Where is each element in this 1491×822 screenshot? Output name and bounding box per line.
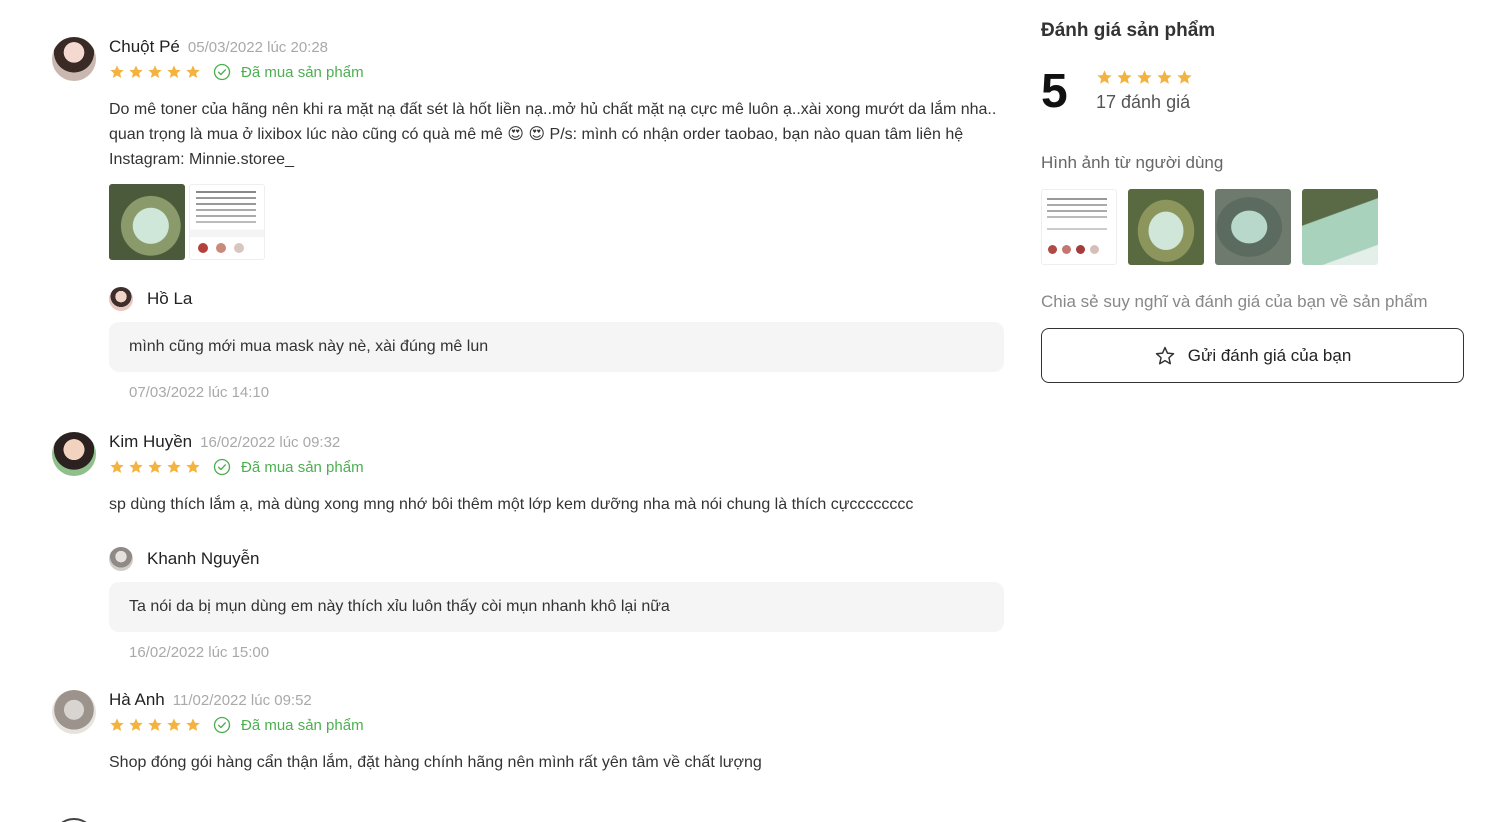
verified-purchase-badge: Đã mua sản phẩm bbox=[213, 63, 364, 81]
star-icon bbox=[1177, 70, 1192, 84]
star-icon bbox=[1097, 70, 1112, 84]
review-header: Hà Anh 11/02/2022 lúc 09:52 bbox=[109, 690, 312, 710]
summary-title: Đánh giá sản phẩm bbox=[1041, 20, 1216, 41]
review-header: Chuột Pé 05/03/2022 lúc 20:28 bbox=[109, 37, 328, 57]
verified-label: Đã mua sản phẩm bbox=[241, 716, 364, 734]
summary-stars bbox=[1096, 69, 1193, 86]
reply-author[interactable]: Khanh Nguyễn bbox=[147, 549, 259, 569]
gallery-image[interactable] bbox=[1215, 189, 1291, 265]
star-outline-icon bbox=[1155, 346, 1174, 364]
star-icon bbox=[186, 65, 200, 78]
review-images bbox=[109, 184, 265, 260]
star-icon bbox=[1137, 70, 1152, 84]
gallery-image[interactable] bbox=[1128, 189, 1204, 265]
reply-header: Hồ La bbox=[109, 287, 192, 311]
rating-row: Đã mua sản phẩm bbox=[109, 63, 364, 81]
review-header: Kim Huyền 16/02/2022 lúc 09:32 bbox=[109, 432, 340, 452]
reviewer-name[interactable]: Hà Anh bbox=[109, 690, 165, 709]
reply: Hồ La mình cũng mới mua mask này nè, xài… bbox=[109, 287, 1004, 407]
star-icon bbox=[148, 65, 162, 78]
star-icon bbox=[167, 460, 181, 473]
avatar[interactable] bbox=[52, 818, 96, 822]
star-icon bbox=[1117, 70, 1132, 84]
review-item: Chuột Pé 05/03/2022 lúc 20:28 Đã mua sản … bbox=[52, 37, 1004, 401]
reviewer-name[interactable]: Chuột Pé bbox=[109, 37, 180, 56]
star-icon bbox=[148, 718, 162, 731]
reply: Khanh Nguyễn Ta nói da bị mụn dùng em nà… bbox=[109, 547, 1004, 667]
star-icon bbox=[110, 460, 124, 473]
star-icon bbox=[1157, 70, 1172, 84]
star-icon bbox=[167, 65, 181, 78]
rating-stars bbox=[109, 64, 201, 80]
rating-row: Đã mua sản phẩm bbox=[109, 716, 364, 734]
verified-check-icon bbox=[213, 716, 231, 734]
star-icon bbox=[110, 718, 124, 731]
review-image[interactable] bbox=[189, 184, 265, 260]
avatar[interactable] bbox=[109, 547, 133, 571]
star-icon bbox=[167, 718, 181, 731]
review-time: 05/03/2022 lúc 20:28 bbox=[187, 39, 329, 56]
reply-time: 16/02/2022 lúc 15:00 bbox=[129, 644, 270, 661]
star-icon bbox=[129, 65, 143, 78]
verified-label: Đã mua sản phẩm bbox=[241, 458, 364, 476]
review-time: 11/02/2022 lúc 09:52 bbox=[172, 692, 312, 709]
avatar[interactable] bbox=[109, 287, 133, 311]
review-item: Hà Anh 11/02/2022 lúc 09:52 Đã mua sản ph… bbox=[52, 690, 1004, 790]
write-review-button[interactable]: Gửi đánh giá của bạn bbox=[1041, 328, 1464, 383]
write-review-label: Gửi đánh giá của bạn bbox=[1187, 345, 1352, 365]
user-image-gallery bbox=[1041, 189, 1378, 265]
reply-author[interactable]: Hồ La bbox=[147, 289, 192, 309]
rating-row: Đã mua sản phẩm bbox=[109, 458, 364, 476]
verified-check-icon bbox=[213, 63, 231, 81]
rating-stars bbox=[109, 459, 201, 475]
gallery-image[interactable] bbox=[1302, 189, 1378, 265]
rating-stars bbox=[109, 717, 201, 733]
average-score: 5 bbox=[1041, 65, 1068, 118]
avatar[interactable] bbox=[52, 432, 96, 476]
review-content: Shop đóng gói hàng cẩn thận lắm, đặt hàn… bbox=[109, 754, 762, 771]
verified-purchase-badge: Đã mua sản phẩm bbox=[213, 716, 364, 734]
avatar[interactable] bbox=[52, 690, 96, 734]
reply-text: Ta nói da bị mụn dùng em này thích xỉu l… bbox=[109, 582, 1004, 632]
star-icon bbox=[129, 718, 143, 731]
write-review-prompt: Chia sẻ suy nghĩ và đánh giá của bạn về … bbox=[1041, 292, 1428, 311]
gallery-image[interactable] bbox=[1041, 189, 1117, 265]
review-item: Kim Huyền 16/02/2022 lúc 09:32 Đã mua sản… bbox=[52, 432, 1004, 662]
verified-check-icon bbox=[213, 458, 231, 476]
review-time: 16/02/2022 lúc 09:32 bbox=[200, 434, 341, 451]
verified-label: Đã mua sản phẩm bbox=[241, 63, 364, 81]
reply-text: mình cũng mới mua mask này nè, xài đúng … bbox=[109, 322, 1004, 372]
review-content: sp dùng thích lắm ạ, mà dùng xong mng nh… bbox=[109, 496, 914, 513]
reviews-list: Chuột Pé 05/03/2022 lúc 20:28 Đã mua sản … bbox=[0, 0, 1010, 822]
star-icon bbox=[129, 460, 143, 473]
review-content: Do mê toner của hãng nên khi ra mặt nạ đ… bbox=[109, 101, 997, 168]
reply-header: Khanh Nguyễn bbox=[109, 547, 259, 571]
verified-purchase-badge: Đã mua sản phẩm bbox=[213, 458, 364, 476]
star-icon bbox=[186, 460, 200, 473]
star-icon bbox=[186, 718, 200, 731]
avatar[interactable] bbox=[52, 37, 96, 81]
review-image[interactable] bbox=[109, 184, 185, 260]
rating-summary: Đánh giá sản phẩm 5 17 đánh giá Hình ảnh… bbox=[1041, 0, 1471, 822]
star-icon bbox=[110, 65, 124, 78]
review-count: 17 đánh giá bbox=[1096, 92, 1191, 112]
reply-time: 07/03/2022 lúc 14:10 bbox=[129, 384, 270, 401]
user-images-title: Hình ảnh từ người dùng bbox=[1041, 153, 1224, 172]
reviewer-name[interactable]: Kim Huyền bbox=[109, 432, 192, 451]
star-icon bbox=[148, 460, 162, 473]
